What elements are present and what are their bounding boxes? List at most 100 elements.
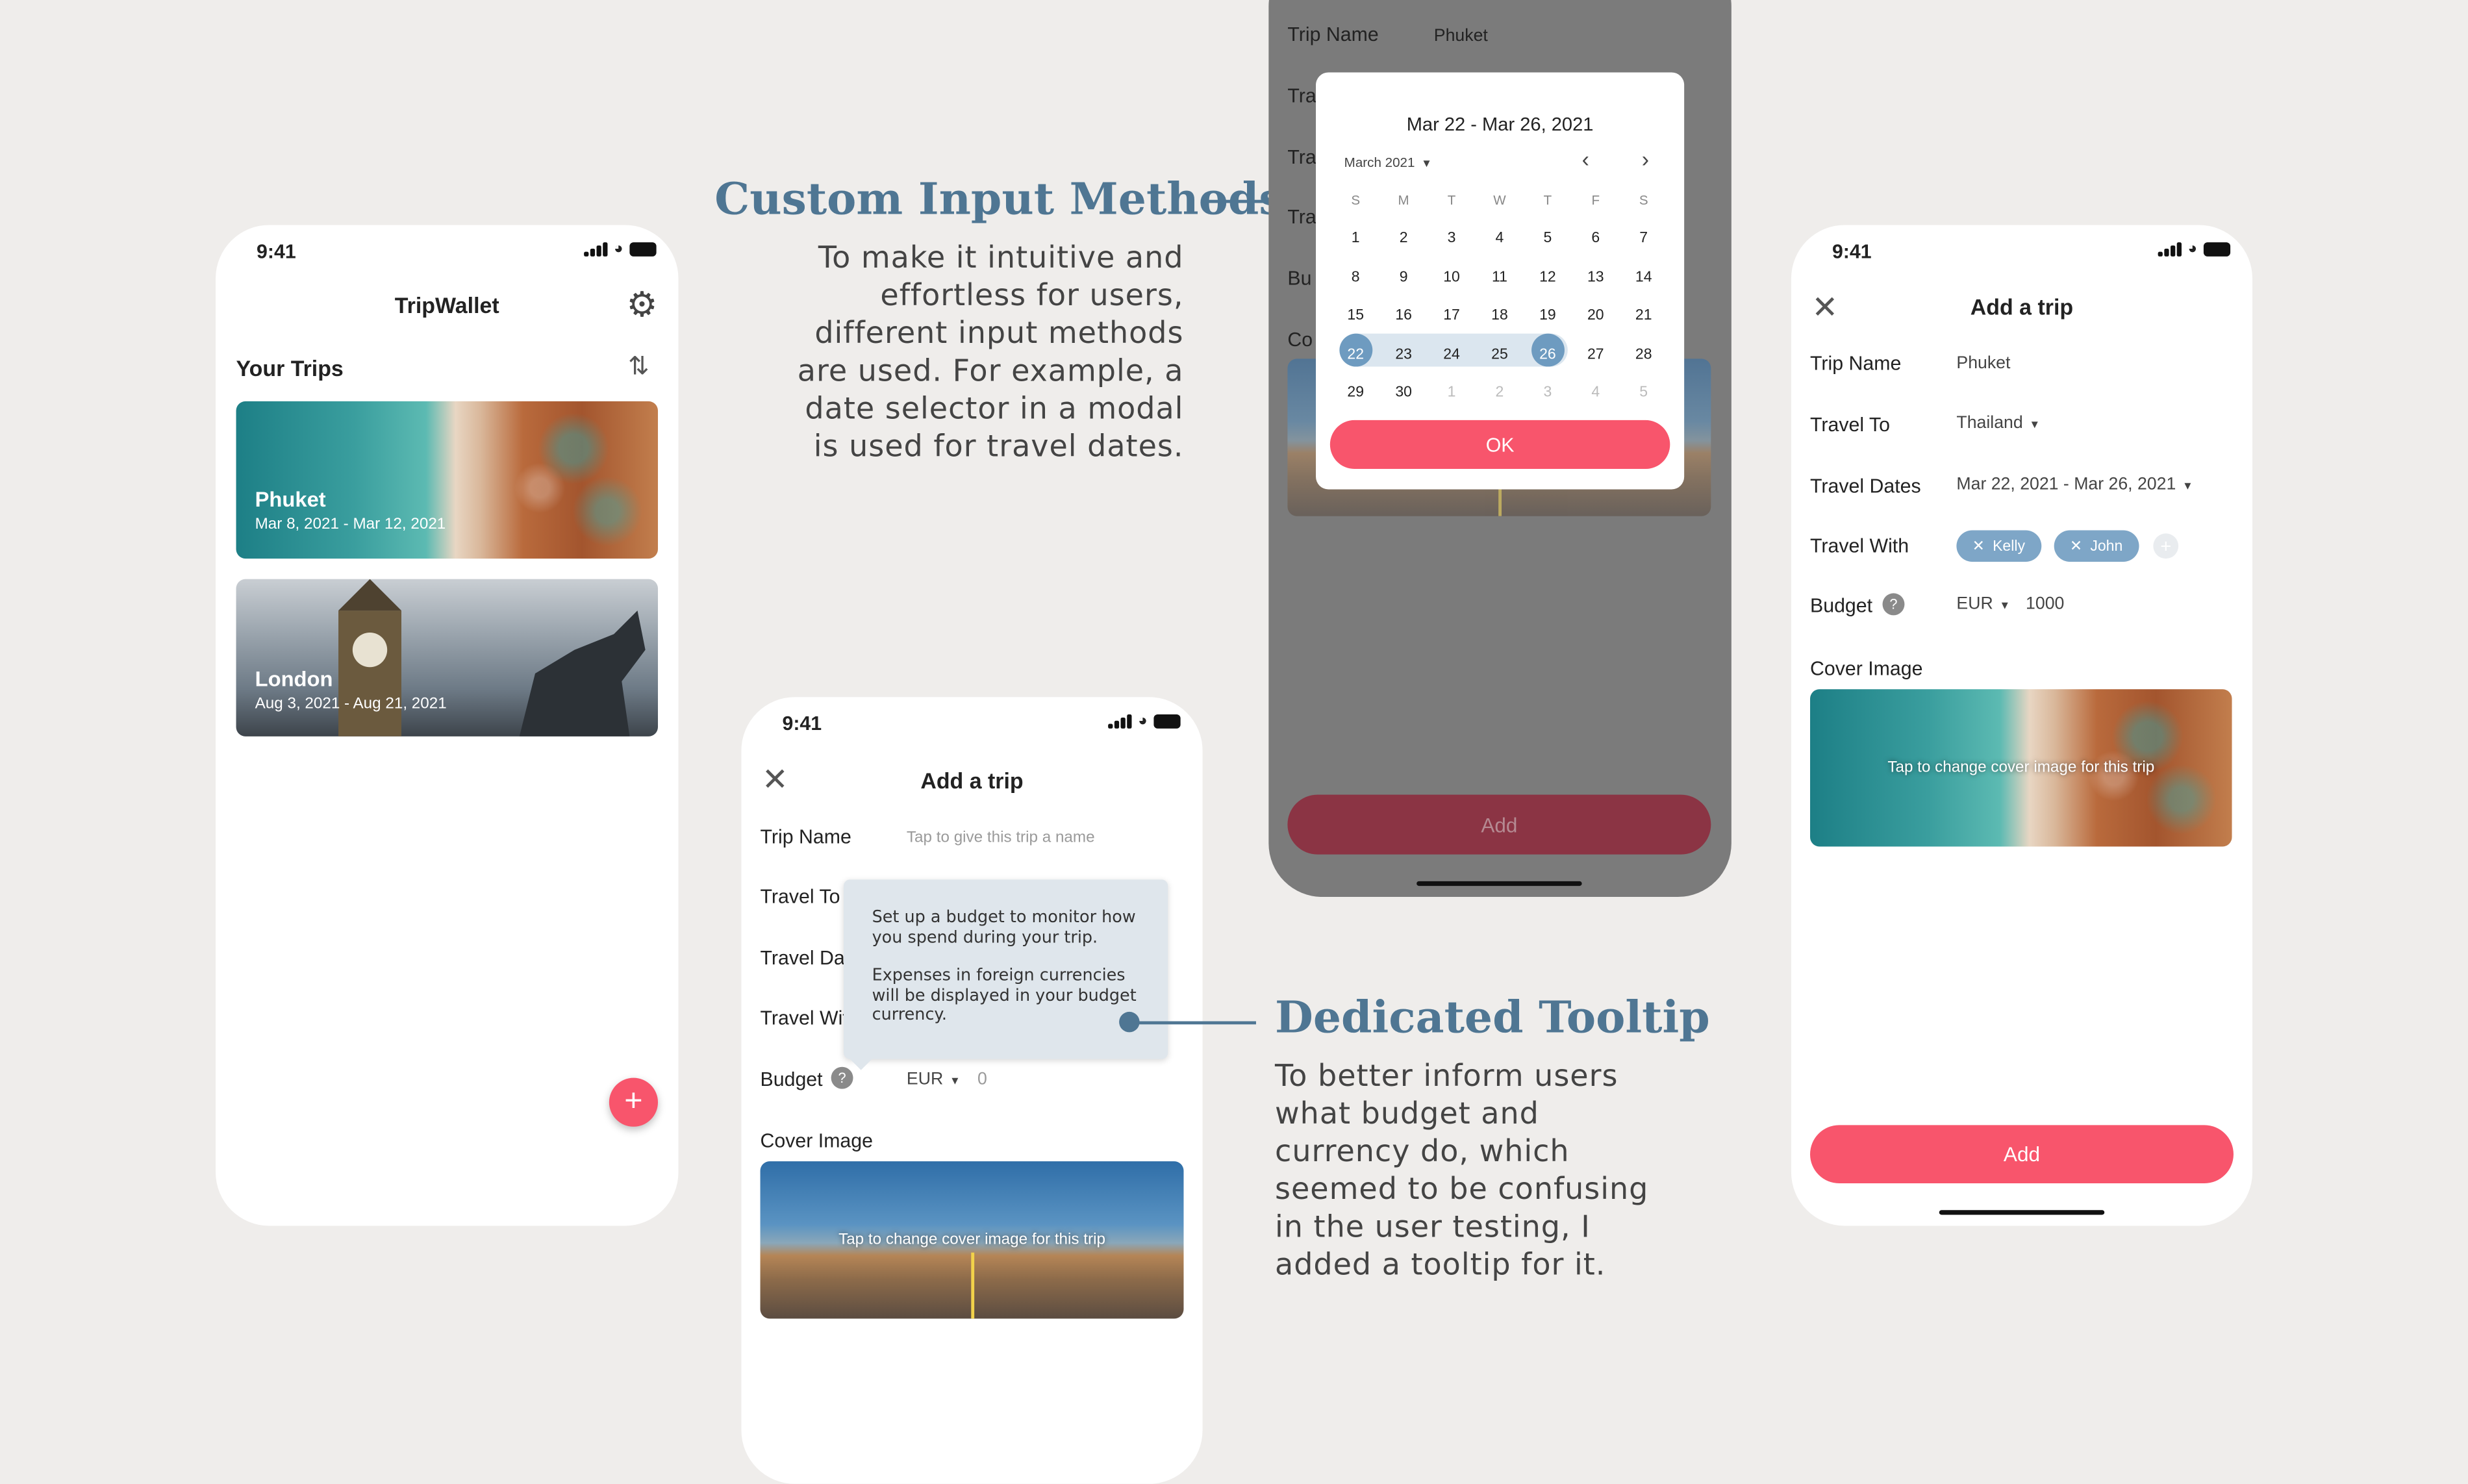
day-cell[interactable]: 29 xyxy=(1331,373,1379,412)
day-cell[interactable]: 12 xyxy=(1524,258,1572,296)
budget-input[interactable]: 0 xyxy=(977,1070,987,1089)
status-time: 9:41 xyxy=(1832,240,1872,263)
day-cell[interactable]: 16 xyxy=(1379,297,1428,335)
currency-select[interactable]: EUR ▼ xyxy=(907,1070,961,1089)
weekday-label: S xyxy=(1639,192,1648,208)
label-cover-image: Co xyxy=(1287,329,1313,351)
weekday-label: F xyxy=(1591,192,1600,208)
day-cell[interactable]: 2 xyxy=(1379,220,1428,258)
add-button-dimmed: Add xyxy=(1287,794,1711,855)
label-budget: Budget xyxy=(1810,594,1873,617)
app-title: TripWallet xyxy=(394,292,499,318)
day-cell[interactable]: 23 xyxy=(1379,335,1428,373)
add-button[interactable]: Add xyxy=(1810,1125,2234,1184)
date-range-title: Mar 22 - Mar 26, 2021 xyxy=(1406,113,1594,136)
battery-icon xyxy=(2203,242,2231,257)
cover-image-hint: Tap to change cover image for this trip xyxy=(1887,759,2155,777)
trip-name: London xyxy=(255,667,333,691)
remove-icon[interactable]: ✕ xyxy=(2070,537,2082,555)
day-cell[interactable]: 13 xyxy=(1572,258,1620,296)
signal-icon xyxy=(585,242,608,257)
day-cell[interactable]: 27 xyxy=(1572,335,1620,373)
day-cell[interactable]: 6 xyxy=(1572,220,1620,258)
destination-select[interactable]: Thailand ▼ xyxy=(1956,414,2040,433)
add-companion-button[interactable]: + xyxy=(2153,533,2179,559)
day-cell[interactable]: 14 xyxy=(1620,258,1668,296)
day-cell[interactable]: 7 xyxy=(1620,220,1668,258)
travel-dates-select[interactable]: Mar 22, 2021 - Mar 26, 2021 ▼ xyxy=(1956,475,2193,494)
weekday-label: M xyxy=(1398,192,1409,208)
gear-icon[interactable]: ⚙ xyxy=(627,285,658,326)
signal-icon xyxy=(2158,242,2182,257)
day-cell[interactable]: 30 xyxy=(1379,373,1428,412)
label-cover-image: Cover Image xyxy=(1810,657,1923,680)
day-cell[interactable]: 20 xyxy=(1572,297,1620,335)
battery-icon xyxy=(629,242,657,257)
day-cell[interactable]: 8 xyxy=(1331,258,1379,296)
cover-image-picker[interactable]: Tap to change cover image for this trip xyxy=(760,1161,1184,1319)
signal-icon xyxy=(1109,714,1132,729)
trip-card-london[interactable]: London Aug 3, 2021 - Aug 21, 2021 xyxy=(236,579,659,736)
add-trip-button[interactable]: + xyxy=(609,1077,659,1127)
chevron-down-icon: ▼ xyxy=(2029,420,2041,431)
tooltip-arrow xyxy=(848,1057,874,1070)
trip-name-input[interactable]: Phuket xyxy=(1956,354,2010,373)
day-cell[interactable]: 21 xyxy=(1620,297,1668,335)
tooltip-text: Set up a budget to monitor how you spend… xyxy=(872,908,1136,947)
day-cell[interactable]: 5 xyxy=(1524,220,1572,258)
tooltip-text: Expenses in foreign currencies will be d… xyxy=(872,966,1137,1025)
day-cell[interactable]: 25 xyxy=(1476,335,1524,373)
label-travel-to: Travel To xyxy=(1810,414,1890,436)
remove-icon[interactable]: ✕ xyxy=(1972,537,1985,555)
day-cell[interactable]: 28 xyxy=(1620,335,1668,373)
annotation-connector xyxy=(1136,1021,1256,1024)
companion-chip[interactable]: ✕ Kelly xyxy=(1956,530,2041,562)
day-cell-next-month[interactable]: 1 xyxy=(1428,373,1476,412)
weekday-label: T xyxy=(1447,192,1456,208)
day-cell-next-month[interactable]: 3 xyxy=(1524,373,1572,412)
chevron-left-icon[interactable]: ‹ xyxy=(1582,146,1589,171)
phone-date-picker: Trip Name Phuket Tra Tra Tra Bu Co Add M… xyxy=(1268,0,1731,898)
cover-image-picker[interactable]: Tap to change cover image for this trip xyxy=(1810,689,2232,847)
weekday-label: W xyxy=(1493,192,1506,208)
day-cell[interactable]: 18 xyxy=(1476,297,1524,335)
day-cell-range-end[interactable]: 26 xyxy=(1524,335,1572,373)
day-cell[interactable]: 9 xyxy=(1379,258,1428,296)
day-cell[interactable]: 1 xyxy=(1331,220,1379,258)
battery-icon xyxy=(1153,714,1181,729)
status-bar: 9:41 ◕ xyxy=(741,697,1202,750)
wifi-icon: ◕ xyxy=(2187,240,2198,258)
day-cell-next-month[interactable]: 2 xyxy=(1476,373,1524,412)
day-cell[interactable]: 4 xyxy=(1476,220,1524,258)
budget-input[interactable]: 1000 xyxy=(2026,595,2064,614)
label-travel-dates: Travel Dates xyxy=(1810,475,1921,497)
companion-chip[interactable]: ✕ John xyxy=(2054,530,2139,562)
help-icon[interactable]: ? xyxy=(1882,593,1905,616)
label-budget: Budget xyxy=(760,1068,823,1091)
trip-name-input[interactable]: Tap to give this trip a name xyxy=(907,829,1095,847)
weekday-label: T xyxy=(1543,192,1552,208)
currency-select[interactable]: EUR ▼ xyxy=(1956,595,2010,614)
day-cell[interactable]: 11 xyxy=(1476,258,1524,296)
trip-card-phuket[interactable]: Phuket Mar 8, 2021 - Mar 12, 2021 xyxy=(236,401,659,559)
day-cell[interactable]: 15 xyxy=(1331,297,1379,335)
sort-icon[interactable]: ⇅ xyxy=(628,351,649,382)
label-travel-to: Tra xyxy=(1287,84,1316,107)
week-row: 29 30 1 2 3 4 5 xyxy=(1331,373,1667,412)
home-indicator xyxy=(1417,881,1582,887)
day-cell[interactable]: 17 xyxy=(1428,297,1476,335)
help-icon[interactable]: ? xyxy=(831,1066,853,1089)
phone-add-trip-tooltip: 9:41 ◕ ✕ Add a trip Trip Name Tap to giv… xyxy=(741,697,1203,1484)
ok-button[interactable]: OK xyxy=(1329,420,1670,470)
chevron-down-icon: ▼ xyxy=(949,1076,961,1088)
chevron-right-icon[interactable]: › xyxy=(1642,146,1649,171)
day-cell-next-month[interactable]: 5 xyxy=(1620,373,1668,412)
plus-icon: + xyxy=(2160,534,2172,557)
day-cell-range-start[interactable]: 22 xyxy=(1331,335,1379,373)
day-cell[interactable]: 19 xyxy=(1524,297,1572,335)
month-select[interactable]: March 2021 ▼ xyxy=(1344,154,1432,170)
day-cell[interactable]: 24 xyxy=(1428,335,1476,373)
day-cell-next-month[interactable]: 4 xyxy=(1572,373,1620,412)
day-cell[interactable]: 3 xyxy=(1428,220,1476,258)
day-cell[interactable]: 10 xyxy=(1428,258,1476,296)
